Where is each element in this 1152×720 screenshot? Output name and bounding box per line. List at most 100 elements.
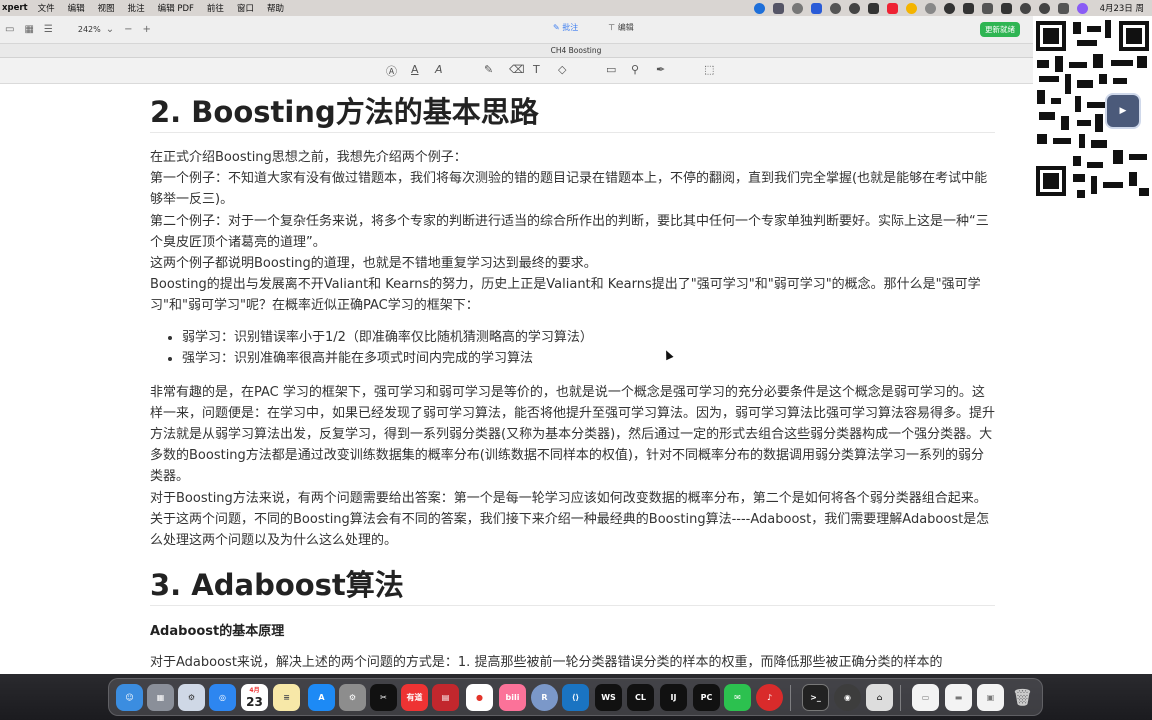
menu-edit[interactable]: 编辑 — [68, 2, 85, 14]
status-tray: 4月23日 周 — [753, 2, 1152, 14]
definition-list: 弱学习：识别错误率小于1/2（即准确率仅比随机猜测略高的学习算法） 强学习：识别… — [182, 327, 995, 370]
qr-finder — [1036, 21, 1066, 51]
chrome-icon[interactable]: ● — [466, 684, 493, 711]
text-box-icon[interactable]: T — [533, 63, 540, 76]
search-icon[interactable] — [1038, 2, 1050, 14]
paragraph: 第一个例子：不知道大家有没有做过错题本，我们将每次测验的错的题目记录在错题本上，… — [150, 171, 988, 208]
layout-icon[interactable]: ☰ — [44, 24, 53, 35]
list-item: 强学习：识别准确率很高并能在多项式时间内完成的学习算法 — [182, 348, 995, 370]
screen-tray-icon[interactable] — [810, 2, 822, 14]
tab-annotate-label: 批注 — [562, 23, 579, 32]
siri-icon[interactable] — [1076, 2, 1088, 14]
stamp-icon[interactable]: ⚲ — [631, 63, 639, 76]
r-icon[interactable]: R — [531, 684, 558, 711]
app-tray-icon[interactable] — [772, 2, 784, 14]
obs-icon[interactable]: ◉ — [834, 684, 861, 711]
battery-icon[interactable] — [1000, 2, 1012, 14]
chrome-tray-icon[interactable] — [905, 2, 917, 14]
finder-icon[interactable]: ☺ — [116, 684, 143, 711]
pycharm-icon[interactable]: PC — [693, 684, 720, 711]
sidebar-toggle-icon[interactable]: ▭ — [5, 24, 14, 35]
notes-icon[interactable]: ≡ — [273, 684, 300, 711]
qr-finder — [1036, 166, 1066, 196]
document-icon[interactable]: ▭ — [912, 684, 939, 711]
capcut-icon[interactable]: ✂ — [370, 684, 397, 711]
alert-tray-icon[interactable] — [886, 2, 898, 14]
shape-icon[interactable]: ◇ — [558, 63, 566, 76]
thumbnail-icon[interactable]: ▦ — [24, 24, 33, 35]
cloud-tray-icon[interactable] — [791, 2, 803, 14]
subsection-heading: Adaboost的基本原理 — [150, 624, 285, 640]
annotation-toolbar: Ⓐ A A ✎ ⌫ T ◇ ▭ ⚲ ✒ ⬚ — [0, 58, 1152, 84]
safari-icon[interactable]: ◎ — [209, 684, 236, 711]
zoom-in-icon[interactable]: + — [143, 24, 151, 35]
text-style-icon[interactable]: Ⓐ — [386, 63, 397, 79]
moon-icon[interactable] — [943, 2, 955, 14]
wechat-tray-icon[interactable] — [829, 2, 841, 14]
pencil-icon[interactable]: ✎ — [484, 63, 493, 76]
tab-annotate[interactable]: ✎ 批注 — [553, 22, 578, 33]
sync-tray-icon[interactable] — [848, 2, 860, 14]
calendar-month: 4月 — [249, 686, 260, 694]
tab-edit[interactable]: ⊤ 编辑 — [608, 22, 634, 33]
bluetooth-icon[interactable] — [981, 2, 993, 14]
wechat-icon[interactable]: ✉ — [724, 684, 751, 711]
menu-edit-pdf[interactable]: 编辑 PDF — [158, 2, 194, 14]
screenshot-icon[interactable]: ⌂ — [866, 684, 893, 711]
webstorm-icon[interactable]: WS — [595, 684, 622, 711]
pdf-expert-icon[interactable]: ▤ — [432, 684, 459, 711]
paragraph: 非常有趣的是，在PAC 学习的框架下，强可学习和弱可学习是等价的，也就是说一个概… — [150, 384, 996, 485]
update-ready-button[interactable]: 更新就绪 — [980, 22, 1020, 37]
chevron-down-icon[interactable]: ⌄ — [106, 24, 114, 35]
calendar-icon[interactable]: 4月 23 — [241, 684, 268, 711]
system-preferences-icon[interactable]: ⚙ — [178, 684, 205, 711]
eraser-icon[interactable]: ⌫ — [509, 63, 525, 76]
app-store-icon[interactable]: A — [308, 684, 335, 711]
youdao-icon[interactable]: 有道 — [401, 684, 428, 711]
section-heading-2: 2. Boosting方法的基本思路 — [150, 92, 995, 133]
document-title: CH4 Boosting — [0, 44, 1152, 58]
preview-window-icon[interactable]: ▬ — [945, 684, 972, 711]
document-page[interactable]: 2. Boosting方法的基本思路 在正式介绍Boosting思想之前，我想先… — [0, 84, 1152, 674]
clipboard-icon[interactable] — [962, 2, 974, 14]
menu-go[interactable]: 前往 — [207, 2, 224, 14]
control-center-icon[interactable] — [1057, 2, 1069, 14]
settings-icon[interactable]: ⚙ — [339, 684, 366, 711]
underline-icon[interactable]: A — [411, 63, 419, 76]
paragraph: 这两个例子都说明Boosting的道理，也就是不错地重复学习达到最终的要求。 — [150, 256, 597, 272]
menu-file[interactable]: 文件 — [38, 2, 55, 14]
menu-window[interactable]: 窗口 — [237, 2, 254, 14]
intellij-icon[interactable]: IJ — [660, 684, 687, 711]
app-toolbar: ▭ ▦ ☰ 242% ⌄ − + ✎ 批注 ⊤ 编辑 更新就绪 — [0, 16, 1152, 44]
app-menu[interactable]: xpert — [0, 3, 28, 13]
paragraph: 在正式介绍Boosting思想之前，我想先介绍两个例子： — [150, 150, 467, 165]
minimized-window-icon[interactable]: ▣ — [977, 684, 1004, 711]
crop-icon[interactable]: ⬚ — [704, 63, 714, 76]
section-heading-3: 3. Adaboost算法 — [150, 565, 995, 607]
menu-view[interactable]: 视图 — [98, 2, 115, 14]
bilibili-icon[interactable]: bili — [499, 684, 526, 711]
trash-icon[interactable]: 🗑 — [1009, 684, 1036, 711]
zoom-out-icon[interactable]: − — [124, 24, 132, 35]
menu-annotate[interactable]: 批注 — [128, 2, 145, 14]
paragraph: 第二个例子：对于一个复杂任务来说，将多个专家的判断进行适当的综合所作出的判断，要… — [150, 213, 989, 250]
zoom-level[interactable]: 242% — [78, 25, 101, 34]
note-icon[interactable]: ▭ — [606, 63, 616, 76]
qr-logo-icon: ▶ — [1105, 93, 1141, 129]
vscode-icon[interactable]: ⟨⟩ — [562, 684, 589, 711]
browser-tray-icon[interactable] — [753, 2, 765, 14]
tab-edit-label: 编辑 — [617, 23, 634, 32]
signature-icon[interactable]: ✒ — [656, 63, 665, 76]
user-tray-icon[interactable] — [924, 2, 936, 14]
netease-music-icon[interactable]: ♪ — [756, 684, 783, 711]
strikethrough-icon[interactable]: A — [435, 63, 443, 76]
wifi-icon[interactable] — [1019, 2, 1031, 14]
menu-bar: xpert 文件 编辑 视图 批注 编辑 PDF 前往 窗口 帮助 4月23日 … — [0, 0, 1152, 16]
terminal-icon[interactable]: >_ — [802, 684, 829, 711]
clock[interactable]: 4月23日 周 — [1100, 2, 1144, 14]
clion-icon[interactable]: CL — [627, 684, 654, 711]
document-content: 2. Boosting方法的基本思路 在正式介绍Boosting思想之前，我想先… — [150, 92, 995, 673]
pen-tray-icon[interactable] — [867, 2, 879, 14]
launchpad-icon[interactable]: ▦ — [147, 684, 174, 711]
menu-help[interactable]: 帮助 — [267, 2, 284, 14]
